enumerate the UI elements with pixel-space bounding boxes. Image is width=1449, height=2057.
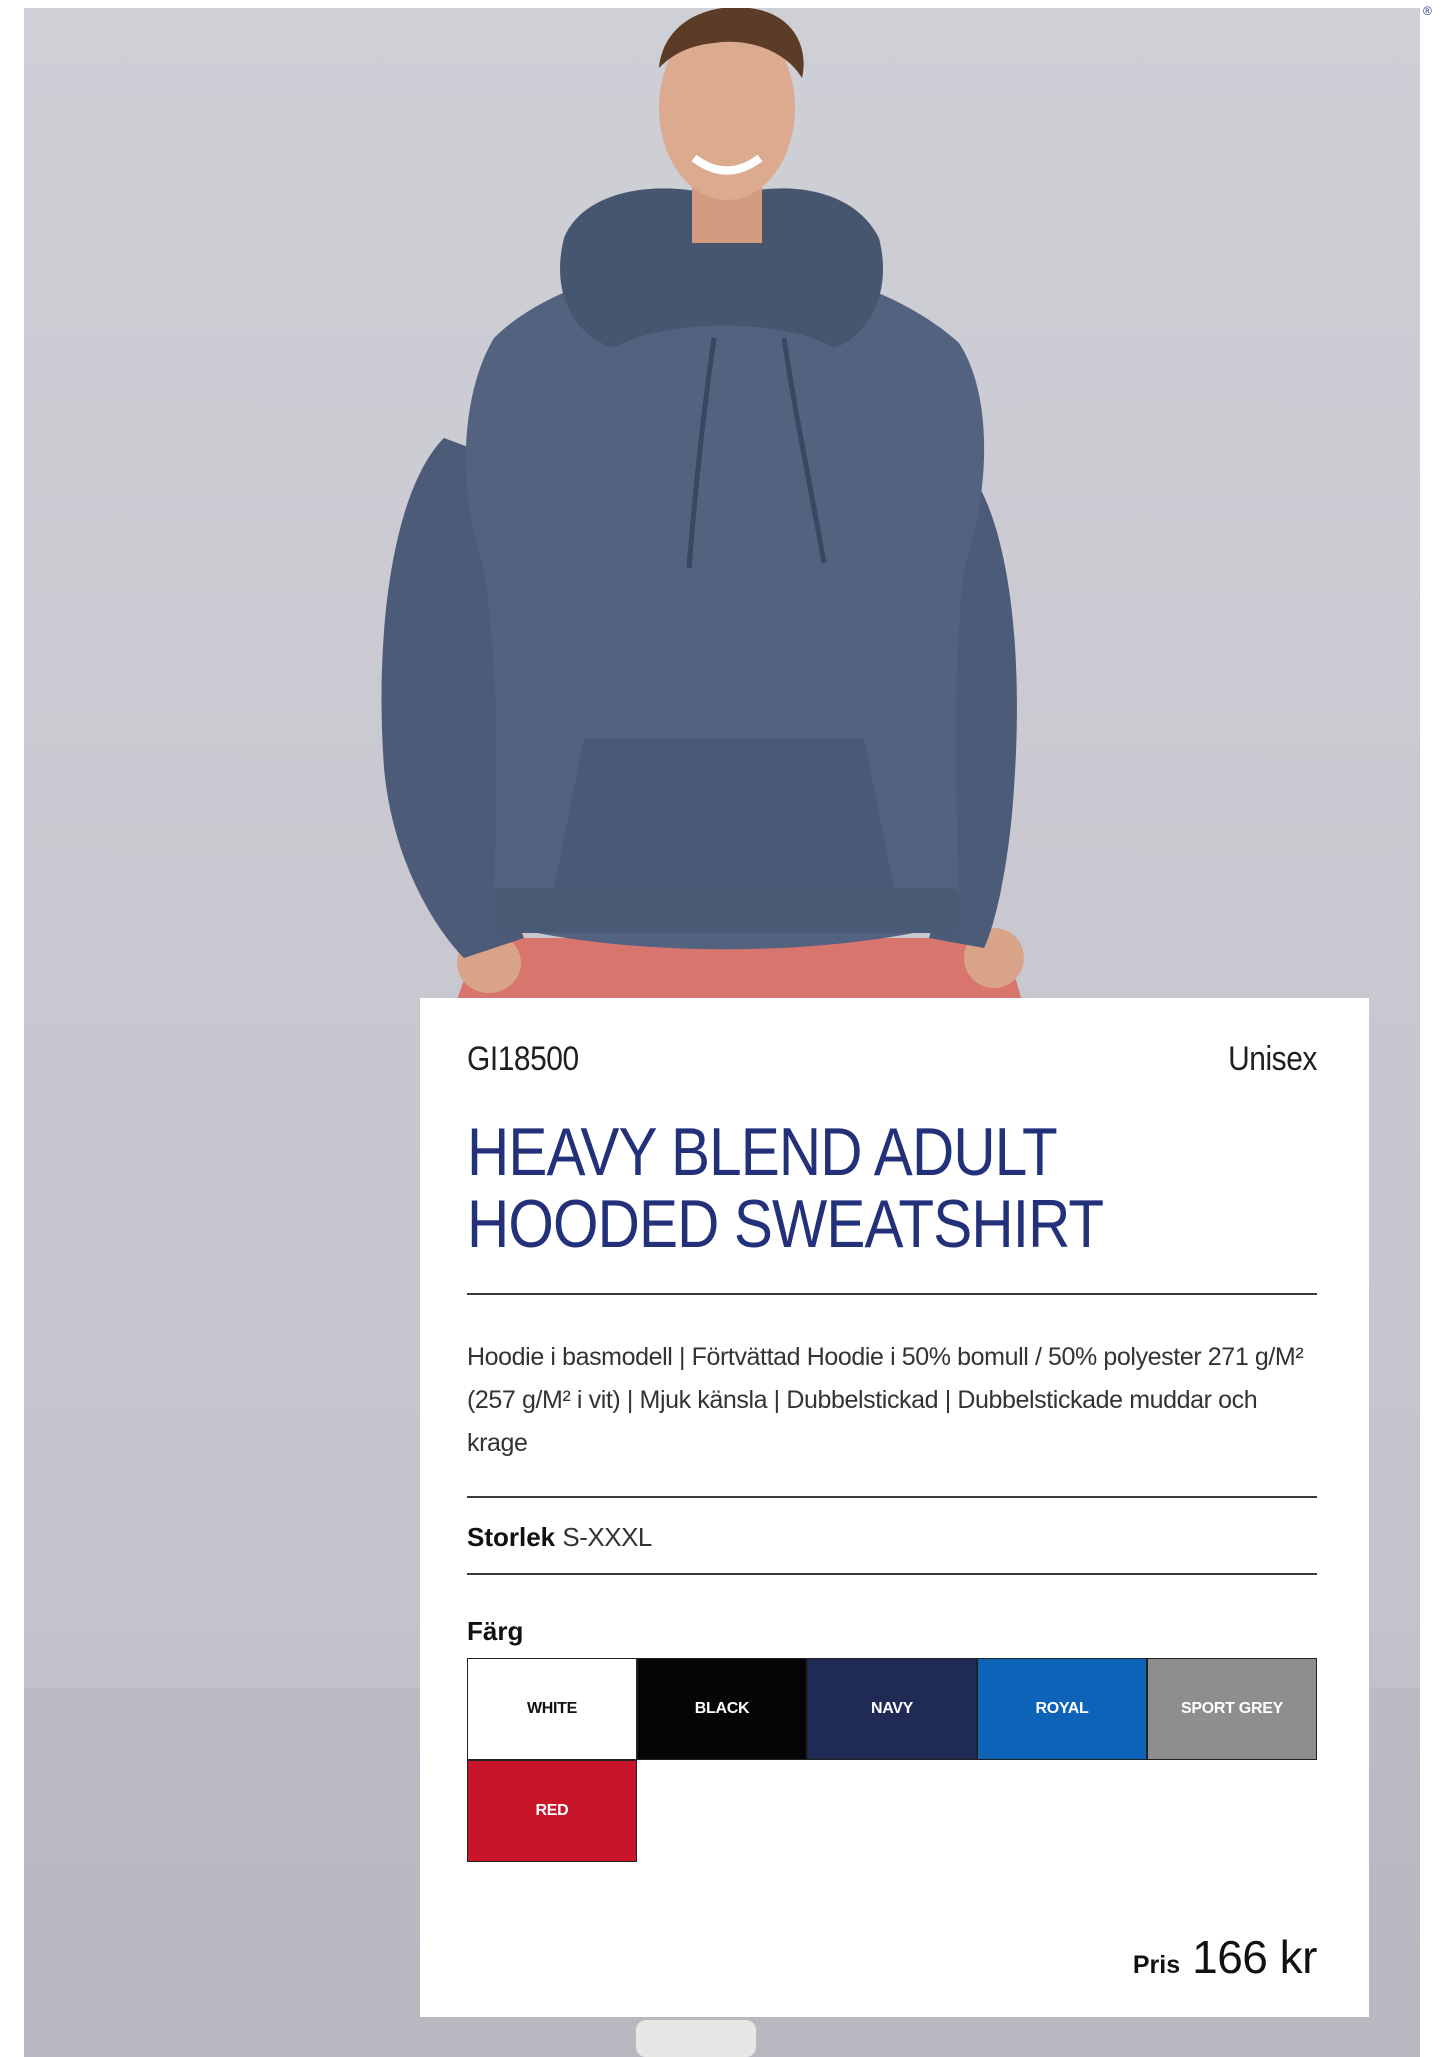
product-gender: Unisex [1228,1040,1317,1078]
divider [467,1496,1317,1498]
divider [467,1573,1317,1575]
registered-mark: ® [1423,4,1432,18]
kangaroo-pocket [554,738,894,888]
divider [467,1293,1317,1295]
waistband [494,888,959,933]
color-swatch-black: BLACK [637,1658,807,1760]
product-card: GI18500 Unisex HEAVY BLEND ADULT HOODED … [420,998,1369,2017]
size-row: Storlek S-XXXL [467,1522,652,1553]
color-swatch-royal: ROYAL [977,1658,1147,1760]
color-swatch-sport-grey: SPORT GREY [1147,1658,1317,1760]
size-label: Storlek [467,1522,556,1552]
size-value: S-XXXL [562,1522,652,1552]
color-swatch-red: RED [467,1760,637,1862]
price-value: 166 kr [1192,1931,1317,1983]
price-row: Pris 166 kr [1132,1930,1318,1984]
product-title: HEAVY BLEND ADULT HOODED SWEATSHIRT [467,1114,1104,1262]
price-label: Pris [1132,1951,1181,1979]
color-swatches: WHITE BLACK NAVY ROYAL SPORT GREY RED [467,1658,1317,1862]
color-swatch-white: WHITE [467,1658,637,1760]
product-code: GI18500 [467,1040,579,1078]
color-swatch-navy: NAVY [807,1658,977,1760]
shoe [636,2020,756,2057]
product-description: Hoodie i basmodell | Förtvättad Hoodie i… [467,1343,1304,1457]
color-label: Färg [467,1616,524,1646]
